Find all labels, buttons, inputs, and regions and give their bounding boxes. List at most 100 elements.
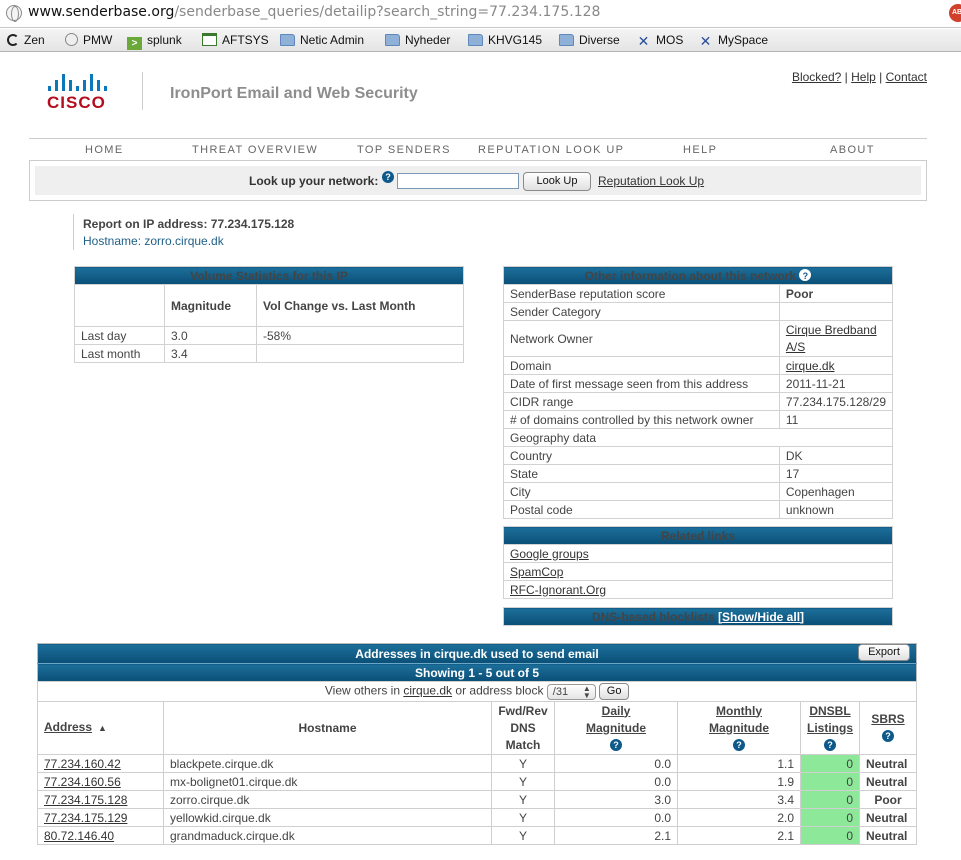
showing-count: Showing 1 - 5 out of 5 <box>37 663 917 682</box>
bookmark-pmw[interactable]: PMW <box>65 32 112 49</box>
look-up-button[interactable]: Look Up <box>523 172 591 191</box>
table-row: SenderBase reputation score Poor <box>503 284 894 303</box>
related-links-table: Related links Google groups SpamCop RFC-… <box>503 526 893 599</box>
list-item: Google groups <box>503 544 893 563</box>
table-row: Country DK <box>503 446 894 465</box>
report-divider <box>73 214 74 250</box>
x-icon: ✕ <box>637 33 650 49</box>
address-block-select[interactable]: /31 ▲ ▼ <box>546 683 596 700</box>
help-link[interactable]: Help <box>851 70 876 84</box>
domain-link[interactable]: cirque.dk <box>786 359 835 373</box>
monthly-magnitude-sort-link[interactable]: Monthly Magnitude <box>709 704 769 735</box>
go-button[interactable]: Go <box>599 683 630 700</box>
nav-divider <box>29 138 927 139</box>
nav-home[interactable]: HOME <box>85 144 124 156</box>
network-lookup-input[interactable] <box>397 173 519 189</box>
nav-about[interactable]: ABOUT <box>830 144 875 156</box>
rfc-ignorant-link[interactable]: RFC-Ignorant.Org <box>510 583 606 597</box>
help-icon[interactable]: ? <box>610 738 622 751</box>
table-row: Date of first message seen from this add… <box>503 374 894 393</box>
table-row: Network Owner Cirque Bredband A/S <box>503 320 894 357</box>
table-row: # of domains controlled by this network … <box>503 410 894 429</box>
reputation-look-up-link[interactable]: Reputation Look Up <box>598 174 704 188</box>
sbrs-sort-link[interactable]: SBRS <box>871 712 904 726</box>
nav-threat-overview[interactable]: THREAT OVERVIEW <box>192 144 318 156</box>
list-item: SpamCop <box>503 562 893 581</box>
daily-magnitude-sort-link[interactable]: Daily Magnitude <box>586 704 646 735</box>
top-links: Blocked? | Help | Contact <box>791 70 927 84</box>
list-item: RFC-Ignorant.Org <box>503 580 893 599</box>
help-icon[interactable]: ? <box>382 171 394 183</box>
bookmark-mos[interactable]: ✕ MOS <box>636 32 684 49</box>
bookmark-aftsys[interactable]: AFTSYS <box>202 32 269 49</box>
sort-up-icon[interactable]: ▲ <box>98 723 107 733</box>
bookmark-khvg145[interactable]: KHVG145 <box>468 32 542 49</box>
nav-help[interactable]: HELP <box>683 144 717 156</box>
addresses-title: Addresses in cirque.dk used to send emai… <box>355 646 599 661</box>
hostname-header: Hostname <box>163 701 492 755</box>
table-row: Geography data <box>503 428 893 447</box>
cisco-logo[interactable]: CISCO <box>44 71 112 112</box>
lookup-box: Look up your network: ? Look Up Reputati… <box>29 160 927 201</box>
view-domain-link[interactable]: cirque.dk <box>403 684 452 698</box>
help-icon[interactable]: ? <box>799 268 812 281</box>
nav-top-senders[interactable]: TOP SENDERS <box>357 144 451 156</box>
help-icon[interactable]: ? <box>824 738 836 751</box>
globe-icon <box>65 33 78 46</box>
address-link[interactable]: 80.72.146.40 <box>44 829 114 843</box>
magnitude-header: Magnitude <box>164 284 257 327</box>
address-link[interactable]: 77.234.175.129 <box>44 811 127 825</box>
google-groups-link[interactable]: Google groups <box>510 547 589 561</box>
dns-blocklists-title: DNS-based blocklists <box>591 609 715 624</box>
spamcop-link[interactable]: SpamCop <box>510 565 563 579</box>
export-button[interactable]: Export <box>858 644 910 661</box>
show-hide-all-link[interactable]: [Show/Hide all] <box>718 610 804 624</box>
addresses-table: Addresses in cirque.dk used to send emai… <box>37 643 917 845</box>
adblock-icon[interactable]: ABP <box>949 4 961 22</box>
help-icon[interactable]: ? <box>733 738 745 751</box>
header-divider <box>142 72 143 110</box>
vol-change-header: Vol Change vs. Last Month <box>256 284 464 327</box>
contact-link[interactable]: Contact <box>886 70 927 84</box>
url-text[interactable]: www.senderbase.org/senderbase_queries/de… <box>28 4 600 20</box>
blocked-link[interactable]: Blocked? <box>792 70 841 84</box>
bookmark-zen[interactable]: Zen <box>7 32 45 49</box>
product-title: IronPort Email and Web Security <box>170 85 418 102</box>
bookmark-nyheder[interactable]: Nyheder <box>385 32 450 49</box>
table-row: City Copenhagen <box>503 482 894 501</box>
volume-statistics-table: Volume Statistics for this IP Magnitude … <box>74 266 464 363</box>
other-information-table: Other information about this network ? S… <box>503 266 894 519</box>
zen-icon <box>7 34 19 46</box>
bookmark-myspace[interactable]: ✕ MySpace <box>698 32 768 49</box>
cisco-bars-icon <box>44 71 112 91</box>
table-row: 77.234.160.42 blackpete.cirque.dk Y 0.0 … <box>37 754 917 773</box>
table-row: Sender Category <box>503 302 894 321</box>
report-title: Report on IP address: 77.234.175.128 <box>83 217 295 231</box>
globe-icon <box>6 5 22 22</box>
table-row: 77.234.175.129 yellowkid.cirque.dk Y 0.0… <box>37 808 917 827</box>
table-row: Last day 3.0 -58% <box>74 326 464 345</box>
table-row: Domain cirque.dk <box>503 356 894 375</box>
bookmark-netic-admin[interactable]: Netic Admin <box>280 32 364 49</box>
bookmarks-bar: Zen PMW > splunk AFTSYS Netic Admin Nyhed… <box>0 29 961 52</box>
bookmark-diverse[interactable]: Diverse <box>559 32 620 49</box>
select-arrows-icon: ▲ ▼ <box>582 683 591 700</box>
dnsbl-listings-sort-link[interactable]: DNSBL Listings <box>807 704 853 735</box>
x-icon: ✕ <box>699 33 712 49</box>
address-link[interactable]: 77.234.160.56 <box>44 775 121 789</box>
folder-icon <box>559 34 574 46</box>
address-sort-link[interactable]: Address <box>44 720 92 734</box>
table-row: CIDR range 77.234.175.128/29 <box>503 392 894 411</box>
address-link[interactable]: 77.234.160.42 <box>44 757 121 771</box>
help-icon[interactable]: ? <box>882 730 894 742</box>
bookmark-splunk[interactable]: > splunk <box>127 32 182 50</box>
address-link[interactable]: 77.234.175.128 <box>44 793 127 807</box>
reputation-score: Poor <box>778 284 894 303</box>
folder-icon <box>385 34 400 46</box>
lookup-label: Look up your network: <box>249 174 379 188</box>
related-links-title: Related links <box>503 526 893 545</box>
cisco-wordmark: CISCO <box>47 93 106 112</box>
network-owner-link[interactable]: Cirque Bredband A/S <box>786 323 877 354</box>
address-bar[interactable]: www.senderbase.org/senderbase_queries/de… <box>0 0 961 28</box>
nav-reputation-look-up[interactable]: REPUTATION LOOK UP <box>478 144 624 156</box>
